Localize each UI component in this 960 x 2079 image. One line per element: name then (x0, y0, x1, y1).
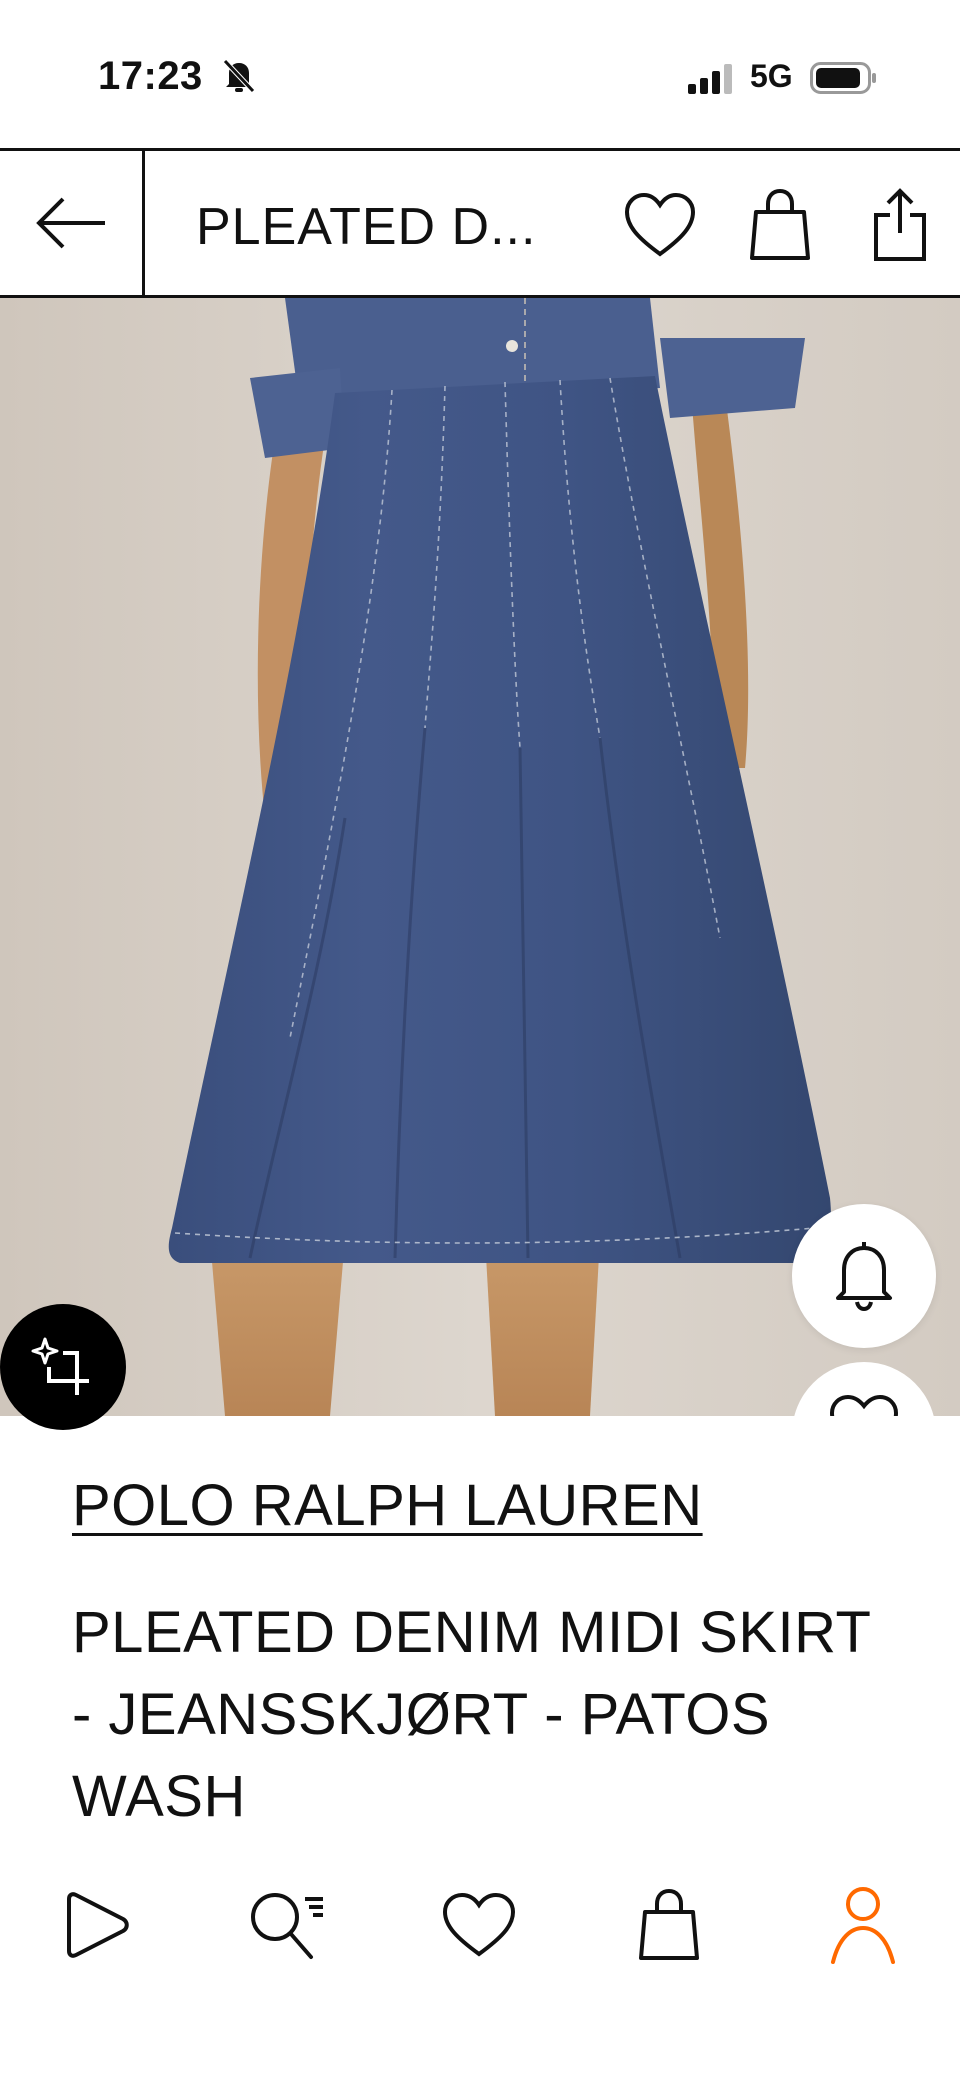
battery-icon (810, 62, 876, 94)
search-icon (251, 1893, 323, 1959)
user-icon (831, 1887, 895, 1964)
status-time: 17:23 (98, 54, 203, 98)
ai-style-button[interactable] (0, 1304, 126, 1430)
header-title: PLEATED D... (196, 198, 537, 256)
favorite-button[interactable] (622, 187, 698, 263)
tab-wishlist[interactable] (434, 1880, 524, 1970)
tab-home[interactable] (52, 1880, 142, 1970)
play-icon (67, 1892, 129, 1958)
bag-button[interactable] (742, 187, 818, 263)
tab-bag[interactable] (624, 1880, 714, 1970)
tab-profile[interactable] (818, 1880, 908, 1970)
arrow-left-icon (36, 197, 105, 249)
share-button[interactable] (862, 187, 938, 263)
sparkle-crop-icon (31, 1337, 89, 1395)
heart-icon (624, 192, 696, 257)
product-title: PLEATED DENIM MIDI SKIRT - JEANSSKJØRT -… (72, 1600, 871, 1829)
share-icon (874, 188, 926, 261)
brand-link[interactable]: POLO RALPH LAUREN (72, 1472, 703, 1539)
heart-icon (829, 1394, 899, 1416)
shopping-bag-icon (639, 1888, 699, 1960)
signal-bars-icon (688, 64, 732, 94)
status-bar: 17:23 5G (0, 0, 960, 148)
bell-icon (836, 1242, 892, 1312)
network-label: 5G (750, 58, 793, 94)
back-button[interactable] (0, 151, 145, 295)
favorite-floating-button[interactable] (792, 1362, 936, 1416)
product-header: PLEATED D... (0, 148, 960, 298)
shopping-bag-icon (750, 188, 810, 260)
heart-icon (442, 1892, 516, 1957)
notify-button[interactable] (792, 1204, 936, 1348)
tab-search[interactable] (242, 1880, 332, 1970)
bottom-tab-bar (0, 1860, 960, 1990)
bell-slash-icon (223, 59, 255, 93)
